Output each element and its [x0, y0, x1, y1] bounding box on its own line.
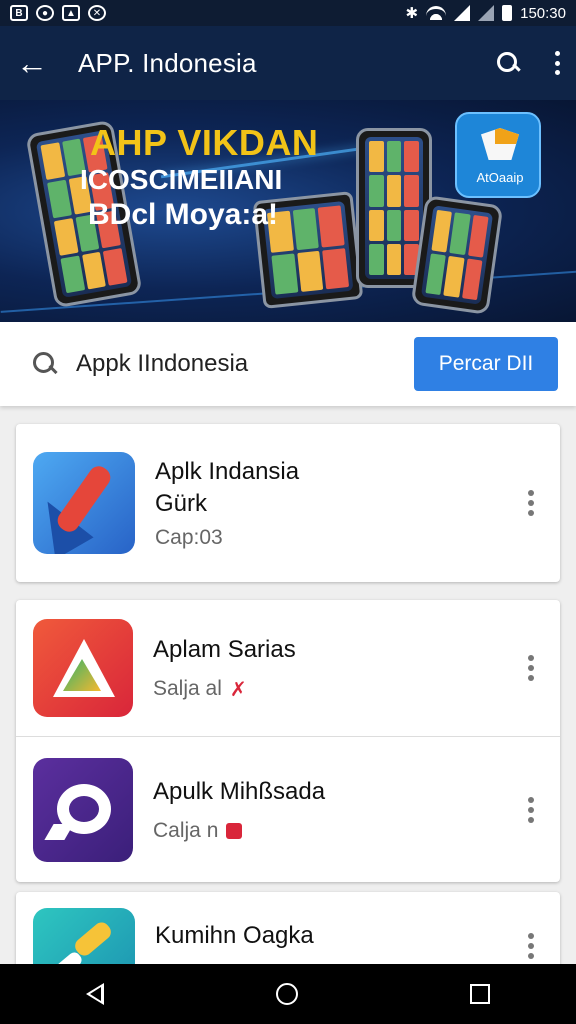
app-subtitle: Salja al ✗ — [153, 676, 247, 701]
app-name: Aplk Indansia — [155, 457, 300, 485]
status-time: 150:30 — [520, 4, 566, 22]
pencil-arrow-icon — [33, 452, 135, 554]
list-item[interactable]: Aplk Indansia Gürk Cap:03 — [16, 424, 560, 582]
more-options-icon[interactable] — [528, 796, 534, 823]
app-subtitle: Calja n — [153, 819, 325, 843]
app-subtitle: Cap:03 — [155, 526, 223, 550]
signal-icon-2 — [478, 5, 495, 21]
red-x-icon: ✗ — [229, 678, 247, 701]
more-options-icon[interactable] — [528, 933, 534, 959]
arrow-left-icon[interactable]: ← — [16, 47, 56, 79]
bluetooth-icon: ✱ — [405, 5, 419, 22]
search-button[interactable]: Percar DII — [414, 337, 558, 391]
navigation-bar — [0, 964, 576, 1024]
nav-recent-icon[interactable] — [470, 984, 490, 1004]
ring-logo-icon — [33, 757, 133, 862]
banner-subline: ICOSCIMEIIANI — [80, 164, 283, 195]
shield-badge-icon: AtOaaip — [455, 112, 541, 198]
wifi-icon — [426, 6, 447, 20]
nav-home-icon[interactable] — [276, 983, 298, 1005]
search-icon — [32, 351, 58, 377]
app-name: Kumihn Oagka — [155, 922, 314, 949]
search-bar: Appk IIndonesia Percar DII — [0, 322, 576, 406]
list-item[interactable]: Apulk Mihßsada Calja n — [16, 736, 560, 882]
triangle-logo-icon — [33, 619, 133, 717]
list-item[interactable]: Aplam Sarias Salja al ✗ — [16, 600, 560, 736]
game-controller-icon: ✕ — [88, 5, 106, 21]
banner-headline: AHP VIKDAN — [90, 122, 319, 163]
app-name: Apulk Mihßsada — [153, 778, 326, 806]
battery-icon — [502, 5, 513, 21]
red-badge-icon — [226, 823, 243, 840]
page-title: APP. Indonesia — [78, 47, 257, 78]
sim-icon: B — [10, 5, 28, 21]
more-options-icon[interactable] — [528, 490, 534, 516]
app-bar: ← APP. Indonesia — [0, 26, 576, 100]
search-icon[interactable] — [496, 51, 520, 75]
messenger-icon: ● — [36, 5, 54, 21]
nav-back-icon[interactable] — [86, 983, 104, 1005]
app-card: Aplk Indansia Gürk Cap:03 — [16, 424, 560, 582]
status-bar: B ● ▲ ✕ ✱ 150:30 — [0, 0, 576, 26]
app-name-line2: Gürk — [155, 490, 208, 517]
app-card: Aplam Sarias Salja al ✗ Apulk Mihßsada Ca… — [16, 600, 560, 882]
kebab-menu-icon[interactable] — [554, 51, 560, 75]
banner-subline-2: BDcl Moya:a! — [88, 198, 279, 231]
app-name: Aplam Sarias — [153, 636, 296, 664]
phone-illustration-3 — [410, 195, 504, 315]
promo-banner[interactable]: AHP VIKDAN ICOSCIMEIIANI BDcl Moya:a! At… — [0, 100, 576, 322]
badge-label: AtOaaip — [476, 170, 524, 185]
photo-icon: ▲ — [62, 5, 80, 21]
signal-icon — [454, 5, 471, 21]
more-options-icon[interactable] — [528, 655, 534, 681]
search-input[interactable]: Appk IIndonesia — [76, 350, 248, 378]
